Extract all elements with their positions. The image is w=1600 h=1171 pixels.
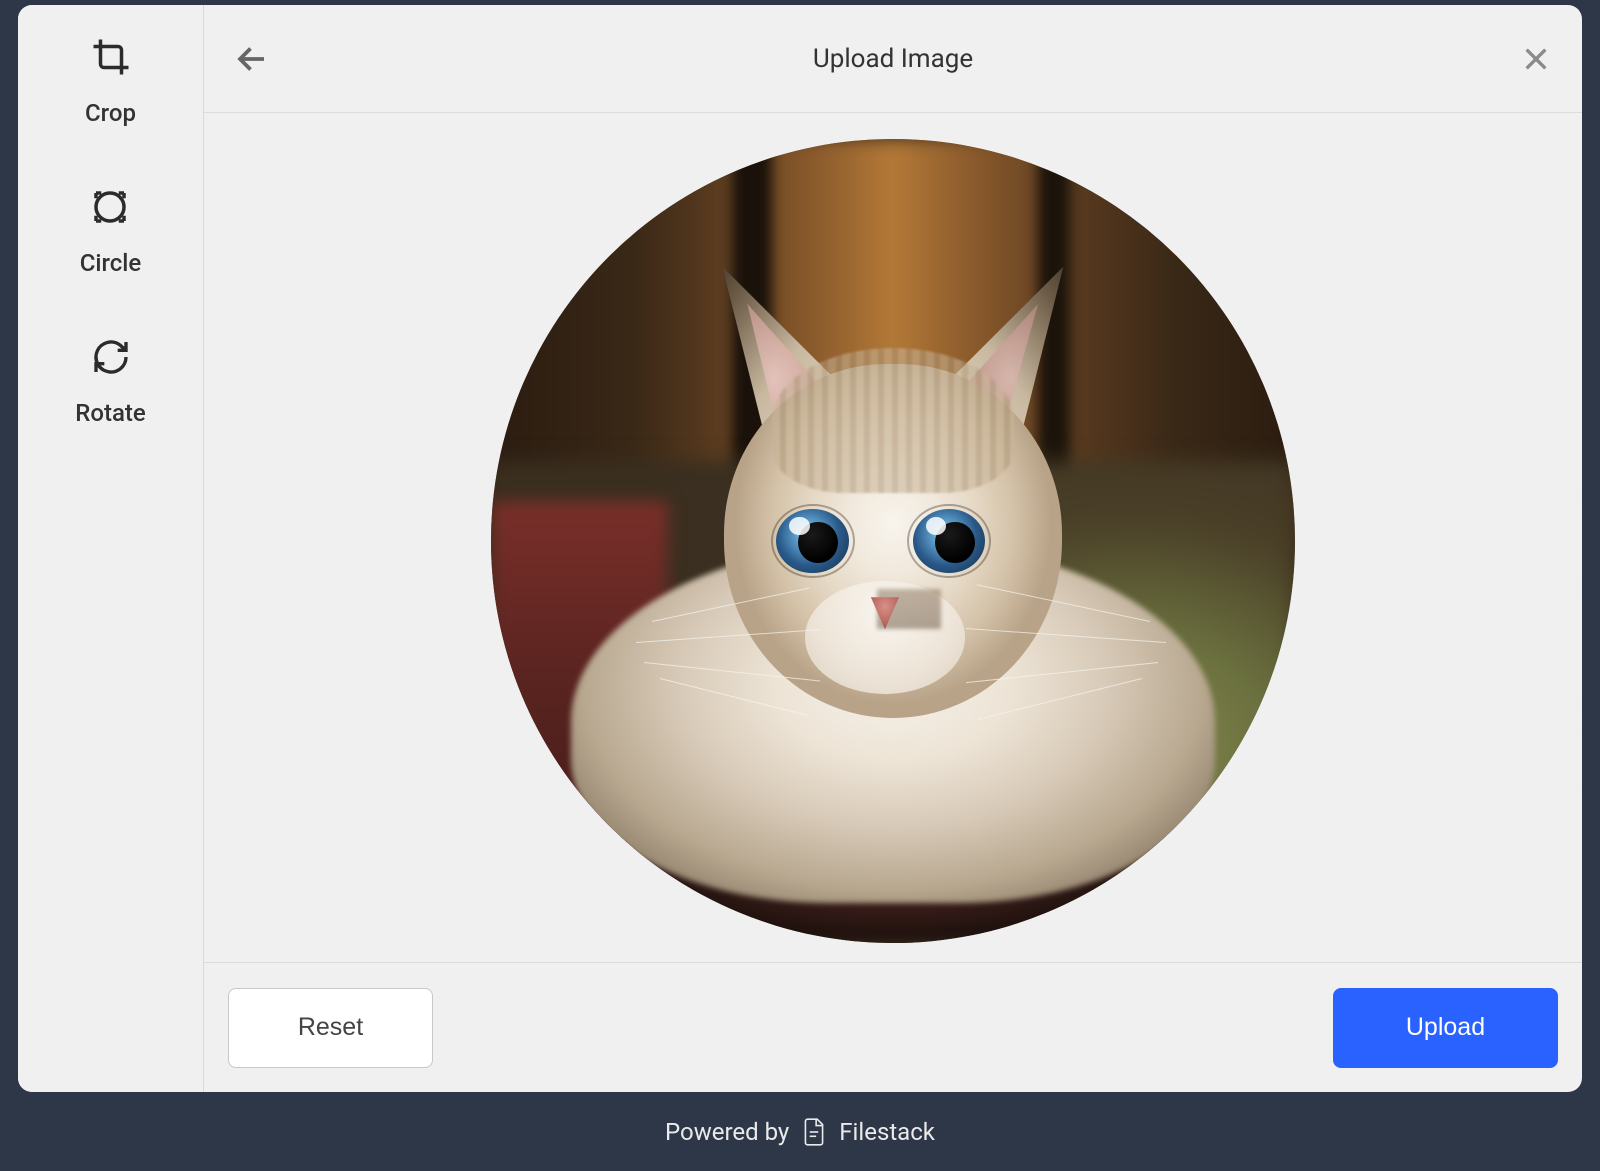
powered-by-label: Powered by (665, 1118, 789, 1146)
tool-rotate[interactable]: Rotate (75, 335, 146, 427)
crop-icon (90, 35, 132, 79)
modal-body: Crop Circle (18, 5, 1582, 1092)
circle-crop-preview[interactable] (491, 139, 1295, 943)
upload-button[interactable]: Upload (1333, 988, 1558, 1068)
close-icon (1520, 43, 1552, 75)
modal-header: Upload Image (204, 5, 1582, 113)
preview-image (491, 139, 1295, 943)
modal-title: Upload Image (234, 44, 1552, 74)
filestack-icon (801, 1117, 827, 1147)
tool-circle[interactable]: Circle (80, 185, 142, 277)
tool-crop[interactable]: Crop (85, 35, 136, 127)
brand-name: Filestack (839, 1118, 935, 1146)
upload-modal: Crop Circle (18, 5, 1582, 1092)
powered-by-footer: Powered by Filestack (0, 1092, 1600, 1171)
reset-button[interactable]: Reset (228, 988, 433, 1068)
close-button[interactable] (1520, 43, 1552, 75)
image-preview-area (204, 113, 1582, 962)
rotate-icon (91, 335, 131, 379)
modal-main: Upload Image (204, 5, 1582, 1092)
circle-icon (89, 185, 131, 229)
tool-label: Circle (80, 249, 142, 277)
tool-label: Crop (85, 99, 136, 127)
modal-footer: Reset Upload (204, 962, 1582, 1092)
tools-sidebar: Crop Circle (18, 5, 204, 1092)
arrow-left-icon (234, 41, 270, 77)
back-button[interactable] (234, 41, 270, 77)
tool-label: Rotate (75, 399, 146, 427)
